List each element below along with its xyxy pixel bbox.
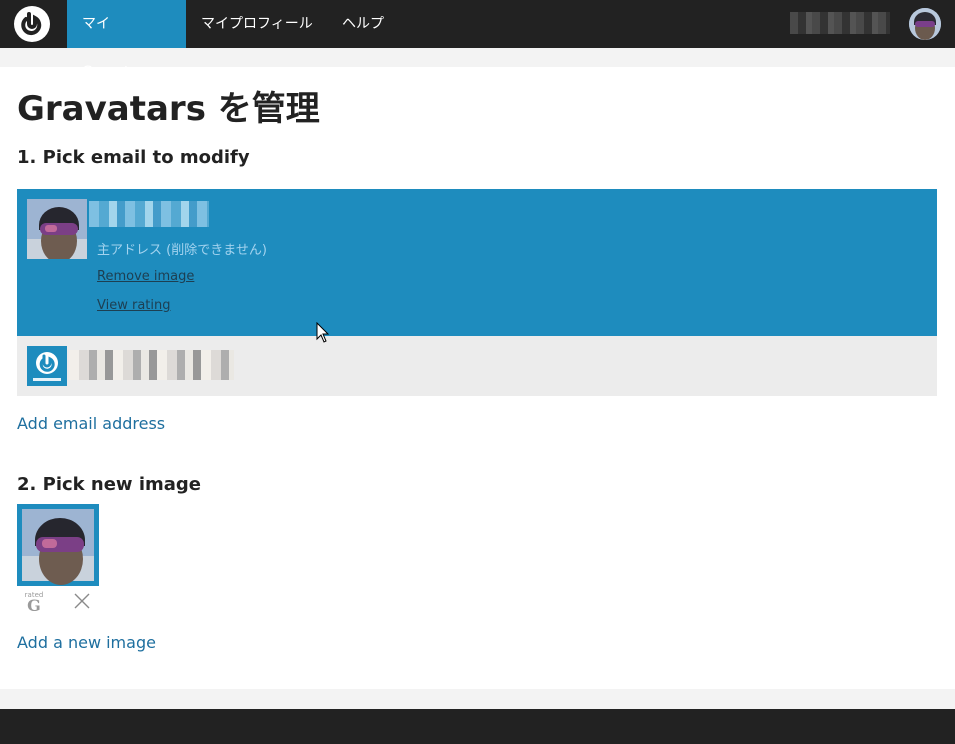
page-title: Gravatars を管理: [17, 89, 320, 129]
nav-my-gravatar[interactable]: マイ Gravatar: [67, 0, 186, 80]
step1-heading: 1. Pick email to modify: [17, 147, 250, 168]
email-address-redacted: [89, 201, 209, 227]
email-address-redacted: [69, 350, 234, 380]
gravatar-logo-icon[interactable]: [14, 6, 50, 42]
rating-badge[interactable]: rated G: [24, 591, 44, 615]
gravatar-default-icon: [27, 346, 67, 386]
add-new-image-link[interactable]: Add a new image: [17, 633, 156, 652]
remove-image-link[interactable]: Remove image: [97, 269, 194, 284]
rating-letter: G: [27, 596, 41, 615]
top-navigation-bar: マイ Gravatar マイプロフィール ヘルプ: [0, 0, 955, 80]
cursor-icon: [316, 321, 330, 348]
close-icon[interactable]: [72, 591, 92, 611]
view-rating-link[interactable]: View rating: [97, 298, 171, 313]
step2-heading: 2. Pick new image: [17, 474, 201, 495]
email-row-primary[interactable]: 主アドレス (削除できません) Remove image View rating: [17, 189, 937, 336]
add-email-link[interactable]: Add email address: [17, 414, 165, 433]
nav-my-profile[interactable]: マイプロフィール: [186, 0, 328, 48]
email-row-secondary[interactable]: [17, 336, 937, 396]
main-content: Gravatars を管理 1. Pick email to modify 主ア…: [0, 67, 955, 689]
footer: [0, 709, 955, 744]
avatar[interactable]: [909, 8, 941, 40]
primary-address-label: 主アドレス (削除できません): [97, 243, 267, 258]
email-avatar-photo: [27, 199, 87, 259]
username-redacted[interactable]: [790, 12, 890, 34]
nav-help[interactable]: ヘルプ: [327, 0, 399, 48]
image-thumbnail-selected[interactable]: [17, 504, 99, 586]
